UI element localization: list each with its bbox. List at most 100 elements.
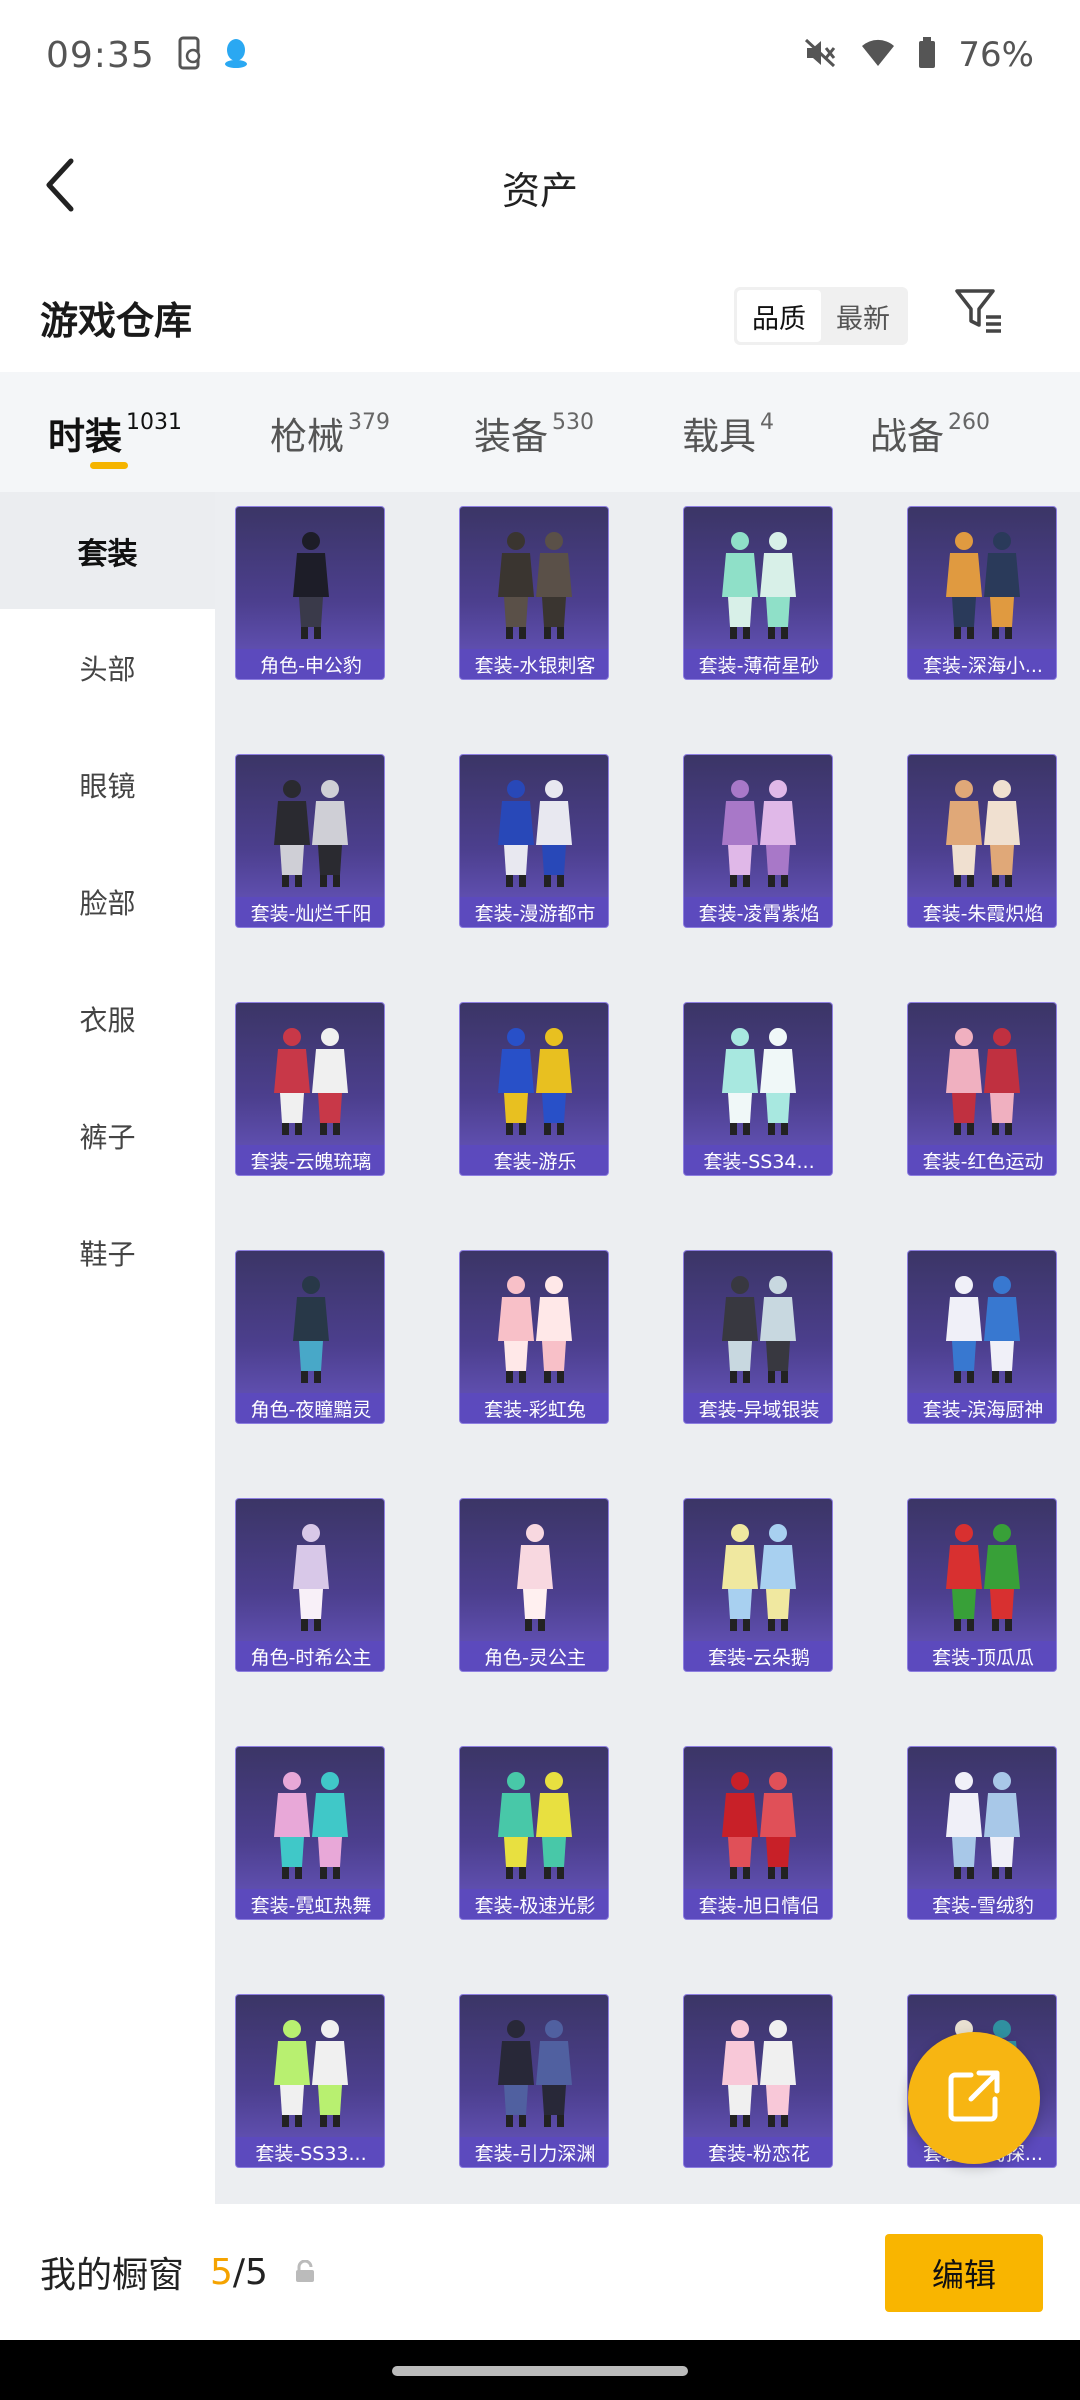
warehouse-title: 游戏仓库 bbox=[40, 299, 193, 343]
page-title: 资产 bbox=[501, 169, 578, 213]
system-nav-bar bbox=[0, 2340, 1080, 2400]
home-gesture-handle[interactable] bbox=[392, 2366, 688, 2376]
share-floating-button[interactable] bbox=[908, 2032, 1040, 2164]
tab-vehicles[interactable]: 载具 4 bbox=[682, 372, 774, 492]
item-card[interactable]: 套装-SS33... bbox=[235, 1994, 385, 2168]
item-name: 套装-灿烂千阳 bbox=[236, 897, 384, 927]
item-thumbnail bbox=[236, 1003, 384, 1149]
item-name: 套装-朱霞炽焰 bbox=[908, 897, 1056, 927]
tab-label: 战备 bbox=[870, 415, 944, 458]
item-card[interactable]: 套装-红色运动 bbox=[907, 1002, 1057, 1176]
item-card[interactable]: 角色-申公豹 bbox=[235, 506, 385, 680]
warehouse-header: 游戏仓库 品质 最新 bbox=[0, 260, 1080, 372]
sidebar-item-shoes[interactable]: 鞋子 bbox=[0, 1194, 215, 1311]
tab-guns[interactable]: 枪械 379 bbox=[270, 372, 390, 492]
item-card[interactable]: 套装-朱霞炽焰 bbox=[907, 754, 1057, 928]
item-name: 套装-红色运动 bbox=[908, 1145, 1056, 1175]
item-name: 角色-夜瞳黯灵 bbox=[236, 1393, 384, 1423]
tab-fashion[interactable]: 时装 1031 bbox=[48, 372, 182, 492]
item-card[interactable]: 套装-旭日情侣 bbox=[683, 1746, 833, 1920]
item-name: 套装-SS33... bbox=[236, 2137, 384, 2167]
header: 资产 bbox=[0, 110, 1080, 260]
item-card[interactable]: 套装-彩虹兔 bbox=[459, 1250, 609, 1424]
item-name: 套装-云魄琉璃 bbox=[236, 1145, 384, 1175]
item-card[interactable]: 套装-深海小... bbox=[907, 506, 1057, 680]
item-card[interactable]: 套装-雪绒豹 bbox=[907, 1746, 1057, 1920]
item-card[interactable]: 套装-霓虹热舞 bbox=[235, 1746, 385, 1920]
item-thumbnail bbox=[236, 1499, 384, 1645]
sidebar-item-suit[interactable]: 套装 bbox=[0, 492, 215, 609]
item-thumbnail bbox=[236, 507, 384, 653]
item-thumbnail bbox=[460, 1995, 608, 2141]
item-card[interactable]: 套装-云朵鹅 bbox=[683, 1498, 833, 1672]
tab-supplies[interactable]: 战备 260 bbox=[870, 372, 990, 492]
item-thumbnail bbox=[684, 1251, 832, 1397]
item-name: 套装-云朵鹅 bbox=[684, 1641, 832, 1671]
item-card[interactable]: 角色-夜瞳黯灵 bbox=[235, 1250, 385, 1424]
item-card[interactable]: 套装-云魄琉璃 bbox=[235, 1002, 385, 1176]
item-card[interactable]: 套装-水银刺客 bbox=[459, 506, 609, 680]
item-name: 套装-漫游都市 bbox=[460, 897, 608, 927]
item-thumbnail bbox=[908, 1747, 1056, 1893]
item-name: 套装-SS34... bbox=[684, 1145, 832, 1175]
item-card[interactable]: 套装-粉恋花 bbox=[683, 1994, 833, 2168]
item-card[interactable]: 角色-灵公主 bbox=[459, 1498, 609, 1672]
tab-equipment[interactable]: 装备 530 bbox=[474, 372, 594, 492]
item-thumbnail bbox=[460, 1003, 608, 1149]
item-name: 套装-顶瓜瓜 bbox=[908, 1641, 1056, 1671]
item-card[interactable]: 套装-SS34... bbox=[683, 1002, 833, 1176]
item-card[interactable]: 套装-顶瓜瓜 bbox=[907, 1498, 1057, 1672]
sidebar-item-pants[interactable]: 裤子 bbox=[0, 1077, 215, 1194]
item-name: 套装-旭日情侣 bbox=[684, 1889, 832, 1919]
tab-count: 530 bbox=[552, 410, 594, 435]
item-thumbnail bbox=[908, 755, 1056, 901]
item-thumbnail bbox=[236, 755, 384, 901]
showcase-total: /5 bbox=[232, 2251, 268, 2293]
qq-icon bbox=[223, 37, 249, 73]
sidebar-item-face[interactable]: 脸部 bbox=[0, 843, 215, 960]
item-card[interactable]: 套装-凌霄紫焰 bbox=[683, 754, 833, 928]
mute-icon bbox=[804, 38, 838, 72]
subcategory-sidebar: 套装 头部 眼镜 脸部 衣服 裤子 鞋子 bbox=[0, 492, 215, 2204]
status-bar: 09:35 76% bbox=[0, 0, 1080, 110]
item-card[interactable]: 套装-极速光影 bbox=[459, 1746, 609, 1920]
item-thumbnail bbox=[908, 507, 1056, 653]
tab-label: 装备 bbox=[474, 415, 548, 458]
status-time: 09:35 bbox=[46, 34, 155, 76]
item-name: 套装-引力深渊 bbox=[460, 2137, 608, 2167]
item-card[interactable]: 角色-时希公主 bbox=[235, 1498, 385, 1672]
item-grid: 角色-申公豹 套装-水银刺客 套装-薄荷星砂 套装-深海小... 套装-灿烂千阳 套装-漫… bbox=[235, 506, 1057, 2168]
sort-newest-button[interactable]: 最新 bbox=[821, 290, 905, 342]
item-name: 套装-霓虹热舞 bbox=[236, 1889, 384, 1919]
item-thumbnail bbox=[460, 1747, 608, 1893]
filter-button[interactable] bbox=[948, 282, 1010, 344]
item-thumbnail bbox=[684, 1747, 832, 1893]
item-name: 套装-彩虹兔 bbox=[460, 1393, 608, 1423]
sidebar-item-clothes[interactable]: 衣服 bbox=[0, 960, 215, 1077]
item-thumbnail bbox=[908, 1251, 1056, 1397]
category-tabs: 时装 1031 枪械 379 装备 530 载具 4 战备 260 bbox=[0, 372, 1080, 492]
showcase-current: 5 bbox=[210, 2251, 233, 2293]
sidebar-item-head[interactable]: 头部 bbox=[0, 609, 215, 726]
item-thumbnail bbox=[236, 1995, 384, 2141]
item-card[interactable]: 套装-漫游都市 bbox=[459, 754, 609, 928]
tab-count: 4 bbox=[760, 410, 774, 435]
sort-quality-button[interactable]: 品质 bbox=[737, 290, 821, 342]
phone-sync-icon bbox=[177, 36, 203, 74]
item-thumbnail bbox=[684, 755, 832, 901]
item-name: 套装-水银刺客 bbox=[460, 649, 608, 679]
item-card[interactable]: 套装-异域银装 bbox=[683, 1250, 833, 1424]
item-card[interactable]: 套装-薄荷星砂 bbox=[683, 506, 833, 680]
tab-label: 时装 bbox=[48, 415, 122, 458]
sidebar-item-glasses[interactable]: 眼镜 bbox=[0, 726, 215, 843]
edit-button[interactable]: 编辑 bbox=[885, 2234, 1043, 2312]
item-card[interactable]: 套装-引力深渊 bbox=[459, 1994, 609, 2168]
item-card[interactable]: 套装-灿烂千阳 bbox=[235, 754, 385, 928]
item-name: 套装-极速光影 bbox=[460, 1889, 608, 1919]
item-thumbnail bbox=[908, 1003, 1056, 1149]
item-card[interactable]: 套装-游乐 bbox=[459, 1002, 609, 1176]
item-name: 角色-灵公主 bbox=[460, 1641, 608, 1671]
item-card[interactable]: 套装-滨海厨神 bbox=[907, 1250, 1057, 1424]
item-name: 套装-游乐 bbox=[460, 1145, 608, 1175]
tab-count: 379 bbox=[348, 410, 390, 435]
